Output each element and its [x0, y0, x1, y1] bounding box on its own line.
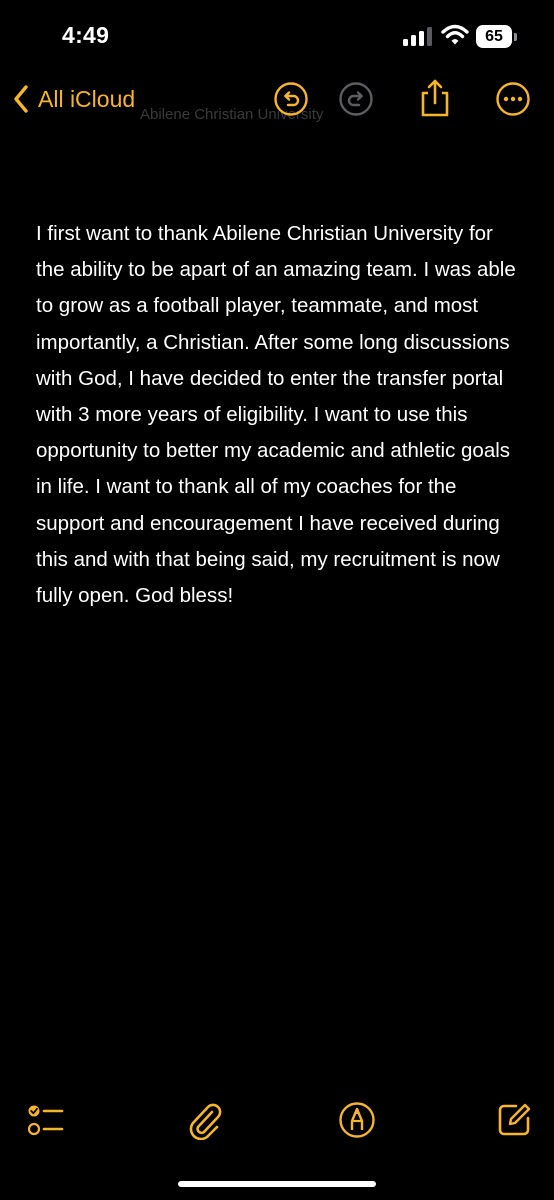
redo-icon[interactable] — [338, 81, 374, 117]
battery-indicator: 65 — [476, 25, 520, 48]
home-indicator[interactable] — [178, 1181, 376, 1187]
paperclip-icon[interactable] — [185, 1100, 225, 1140]
cellular-signal-icon — [403, 27, 432, 46]
compose-icon[interactable] — [494, 1100, 534, 1140]
chevron-left-icon — [14, 85, 28, 113]
note-body[interactable]: I first want to thank Abilene Christian … — [36, 216, 516, 614]
battery-nub — [514, 33, 517, 41]
back-button[interactable]: All iCloud — [12, 84, 135, 114]
back-label: All iCloud — [38, 85, 136, 112]
battery-level: 65 — [476, 25, 512, 48]
markup-pen-icon[interactable] — [337, 1100, 377, 1140]
undo-icon[interactable] — [273, 81, 309, 117]
ellipsis-circle-icon[interactable] — [495, 81, 531, 117]
status-time: 4:49 — [62, 22, 110, 48]
wifi-icon — [441, 24, 469, 45]
checklist-icon[interactable] — [26, 1100, 66, 1140]
share-icon[interactable] — [417, 78, 453, 118]
